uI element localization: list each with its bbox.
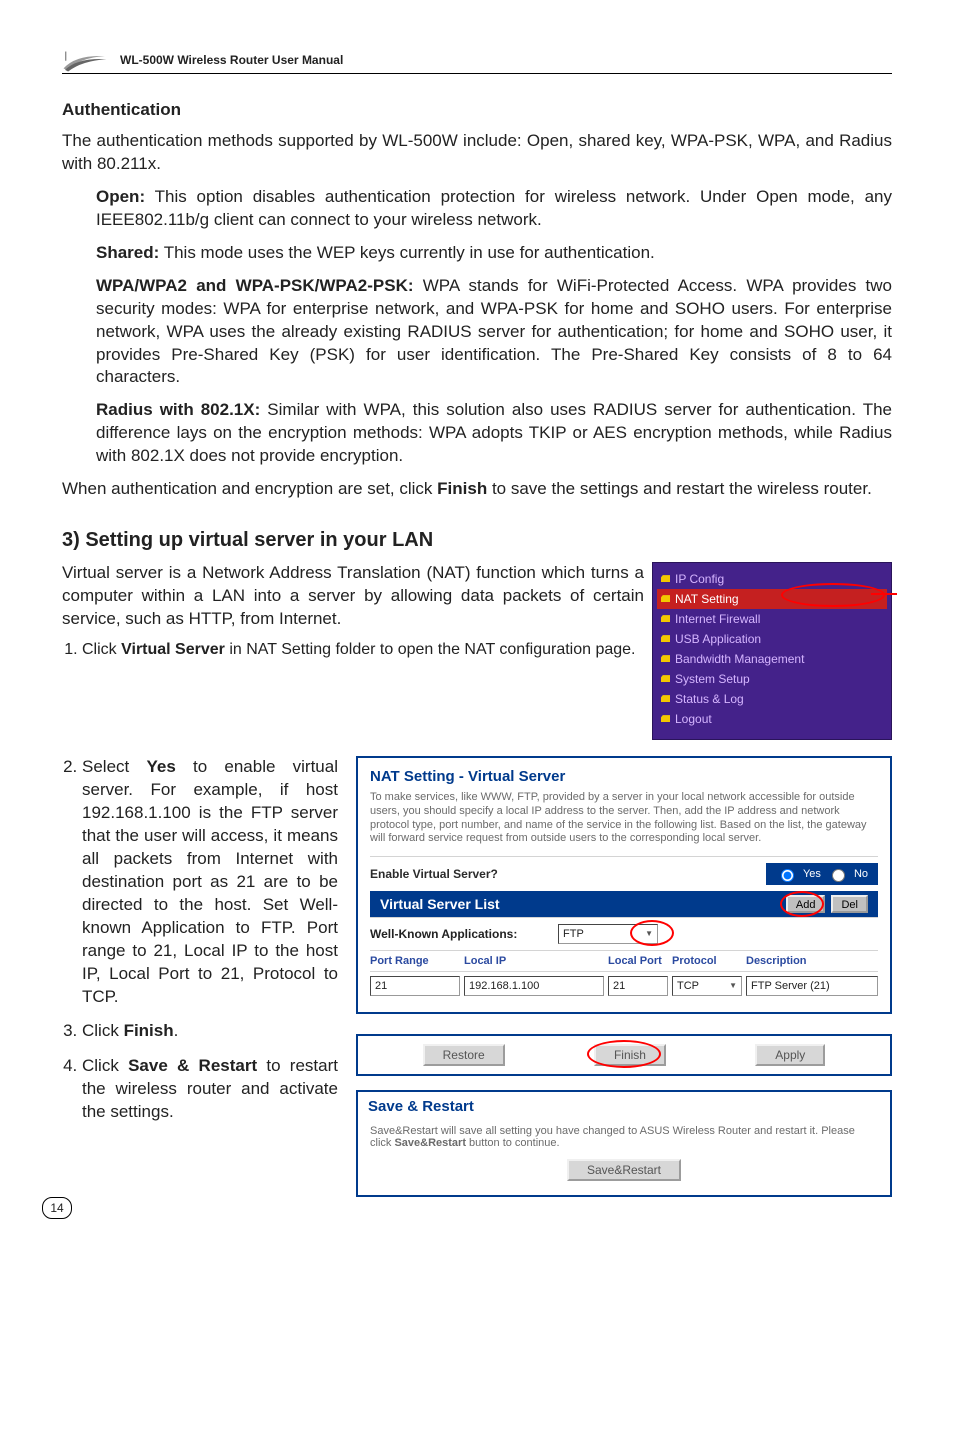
- enable-vs-radio-group: Yes No: [766, 863, 878, 885]
- action-button-row: Restore Finish Apply: [356, 1034, 892, 1076]
- sidebar-item-system-setup[interactable]: System Setup: [657, 669, 887, 689]
- callout-line-icon: [871, 593, 897, 595]
- vs-list-title: Virtual Server List: [380, 896, 500, 912]
- sidebar-item-usb-application[interactable]: USB Application: [657, 629, 887, 649]
- step3-bold: Finish: [124, 1021, 174, 1040]
- step-2: Select Yes to enable virtual server. For…: [82, 756, 338, 1008]
- step4-pre: Click: [82, 1056, 128, 1075]
- chevron-down-icon: ▼: [645, 925, 653, 943]
- step3-pre: Click: [82, 1021, 124, 1040]
- auth-wpa: WPA/WPA2 and WPA-PSK/WPA2-PSK: WPA stand…: [96, 275, 892, 390]
- chevron-down-icon: ▼: [729, 977, 737, 995]
- step-4: Click Save & Restart to restart the wire…: [82, 1055, 338, 1124]
- cell-protocol-select[interactable]: TCP ▼: [672, 976, 742, 996]
- auth-shared-text: This mode uses the WEP keys currently in…: [159, 243, 654, 262]
- radio-yes-label: Yes: [803, 868, 821, 880]
- cell-description[interactable]: FTP Server (21): [746, 976, 878, 996]
- step1-bold: Virtual Server: [121, 641, 225, 658]
- auth-open-label: Open:: [96, 187, 145, 206]
- step2-post: to enable virtual server. For example, i…: [82, 757, 338, 1005]
- auth-heading: Authentication: [62, 100, 892, 120]
- doc-header: WL-500W Wireless Router User Manual: [62, 48, 892, 74]
- nat-setting-panel: NAT Setting - Virtual Server To make ser…: [356, 756, 892, 1014]
- add-button[interactable]: Add: [786, 895, 826, 913]
- auth-closing-prefix: When authentication and encryption are s…: [62, 479, 437, 498]
- nat-panel-title: NAT Setting - Virtual Server: [370, 768, 878, 785]
- wka-value: FTP: [563, 925, 584, 943]
- step2-bold: Yes: [146, 757, 175, 776]
- col-description: Description: [746, 955, 878, 967]
- section3-top-block: IP Config NAT Setting Internet Firewall …: [62, 562, 892, 748]
- step1-pre: Click: [82, 641, 121, 658]
- cell-local-ip[interactable]: 192.168.1.100: [464, 976, 604, 996]
- auth-closing-suffix: to save the settings and restart the wir…: [487, 479, 872, 498]
- auth-shared-label: Shared:: [96, 243, 159, 262]
- auth-wpa-label: WPA/WPA2 and WPA-PSK/WPA2-PSK:: [96, 276, 414, 295]
- radio-no-label: No: [854, 868, 868, 880]
- col-port-range: Port Range: [370, 955, 460, 967]
- auth-open: Open: This option disables authenticatio…: [96, 186, 892, 232]
- save-restart-button[interactable]: Save&Restart: [567, 1159, 681, 1181]
- auth-closing-bold: Finish: [437, 479, 487, 498]
- step3-post: .: [174, 1021, 179, 1040]
- page-number: 14: [42, 1197, 72, 1219]
- finish-button[interactable]: Finish: [594, 1044, 666, 1066]
- del-button[interactable]: Del: [831, 895, 868, 913]
- sidebar-item-bandwidth[interactable]: Bandwidth Management: [657, 649, 887, 669]
- apply-button[interactable]: Apply: [755, 1044, 825, 1066]
- save-body-suffix: button to continue.: [466, 1137, 560, 1149]
- wka-label: Well-Known Applications:: [370, 927, 550, 941]
- radio-no[interactable]: [832, 869, 845, 882]
- wka-select[interactable]: FTP ▼: [558, 924, 658, 944]
- cell-protocol-value: TCP: [677, 977, 699, 995]
- auth-open-text: This option disables authentication prot…: [96, 187, 892, 229]
- steps-list-bottom: Select Yes to enable virtual server. For…: [62, 756, 338, 1124]
- auth-radius-label: Radius with 802.1X:: [96, 400, 260, 419]
- auth-closing: When authentication and encryption are s…: [62, 478, 892, 501]
- step4-bold: Save & Restart: [128, 1056, 257, 1075]
- step2-pre: Select: [82, 757, 146, 776]
- section3-heading: 3) Setting up virtual server in your LAN: [62, 529, 892, 552]
- step-3: Click Finish.: [82, 1020, 338, 1043]
- enable-vs-label: Enable Virtual Server?: [370, 867, 498, 881]
- auth-shared: Shared: This mode uses the WEP keys curr…: [96, 242, 892, 265]
- save-restart-title: Save & Restart: [358, 1092, 890, 1117]
- restore-button[interactable]: Restore: [423, 1044, 505, 1066]
- col-protocol: Protocol: [672, 955, 742, 967]
- sidebar-item-logout[interactable]: Logout: [657, 709, 887, 729]
- nat-panel-blurb: To make services, like WWW, FTP, provide…: [370, 791, 878, 846]
- cell-local-port[interactable]: 21: [608, 976, 668, 996]
- vs-table-header: Port Range Local IP Local Port Protocol …: [370, 950, 878, 971]
- step1-post: in NAT Setting folder to open the NAT co…: [225, 641, 636, 658]
- vs-table-row: 21 192.168.1.100 21 TCP ▼ FTP Server (21…: [370, 971, 878, 1000]
- side-nav: IP Config NAT Setting Internet Firewall …: [652, 562, 892, 740]
- cell-port-range[interactable]: 21: [370, 976, 460, 996]
- doc-header-title: WL-500W Wireless Router User Manual: [120, 53, 343, 71]
- save-restart-panel: Save & Restart Save&Restart will save al…: [356, 1090, 892, 1197]
- vs-list-bar: Virtual Server List Add Del: [370, 891, 878, 917]
- router-logo-icon: [62, 50, 108, 73]
- sidebar-item-ipconfig[interactable]: IP Config: [657, 569, 887, 589]
- sidebar-item-internet-firewall[interactable]: Internet Firewall: [657, 609, 887, 629]
- auth-radius: Radius with 802.1X: Similar with WPA, th…: [96, 399, 892, 468]
- save-body-bold: Save&Restart: [394, 1137, 466, 1149]
- col-local-ip: Local IP: [464, 955, 604, 967]
- auth-intro: The authentication methods supported by …: [62, 130, 892, 176]
- sidebar-item-status-log[interactable]: Status & Log: [657, 689, 887, 709]
- radio-yes[interactable]: [781, 869, 794, 882]
- col-local-port: Local Port: [608, 955, 668, 967]
- sidebar-item-nat-setting[interactable]: NAT Setting: [657, 589, 887, 609]
